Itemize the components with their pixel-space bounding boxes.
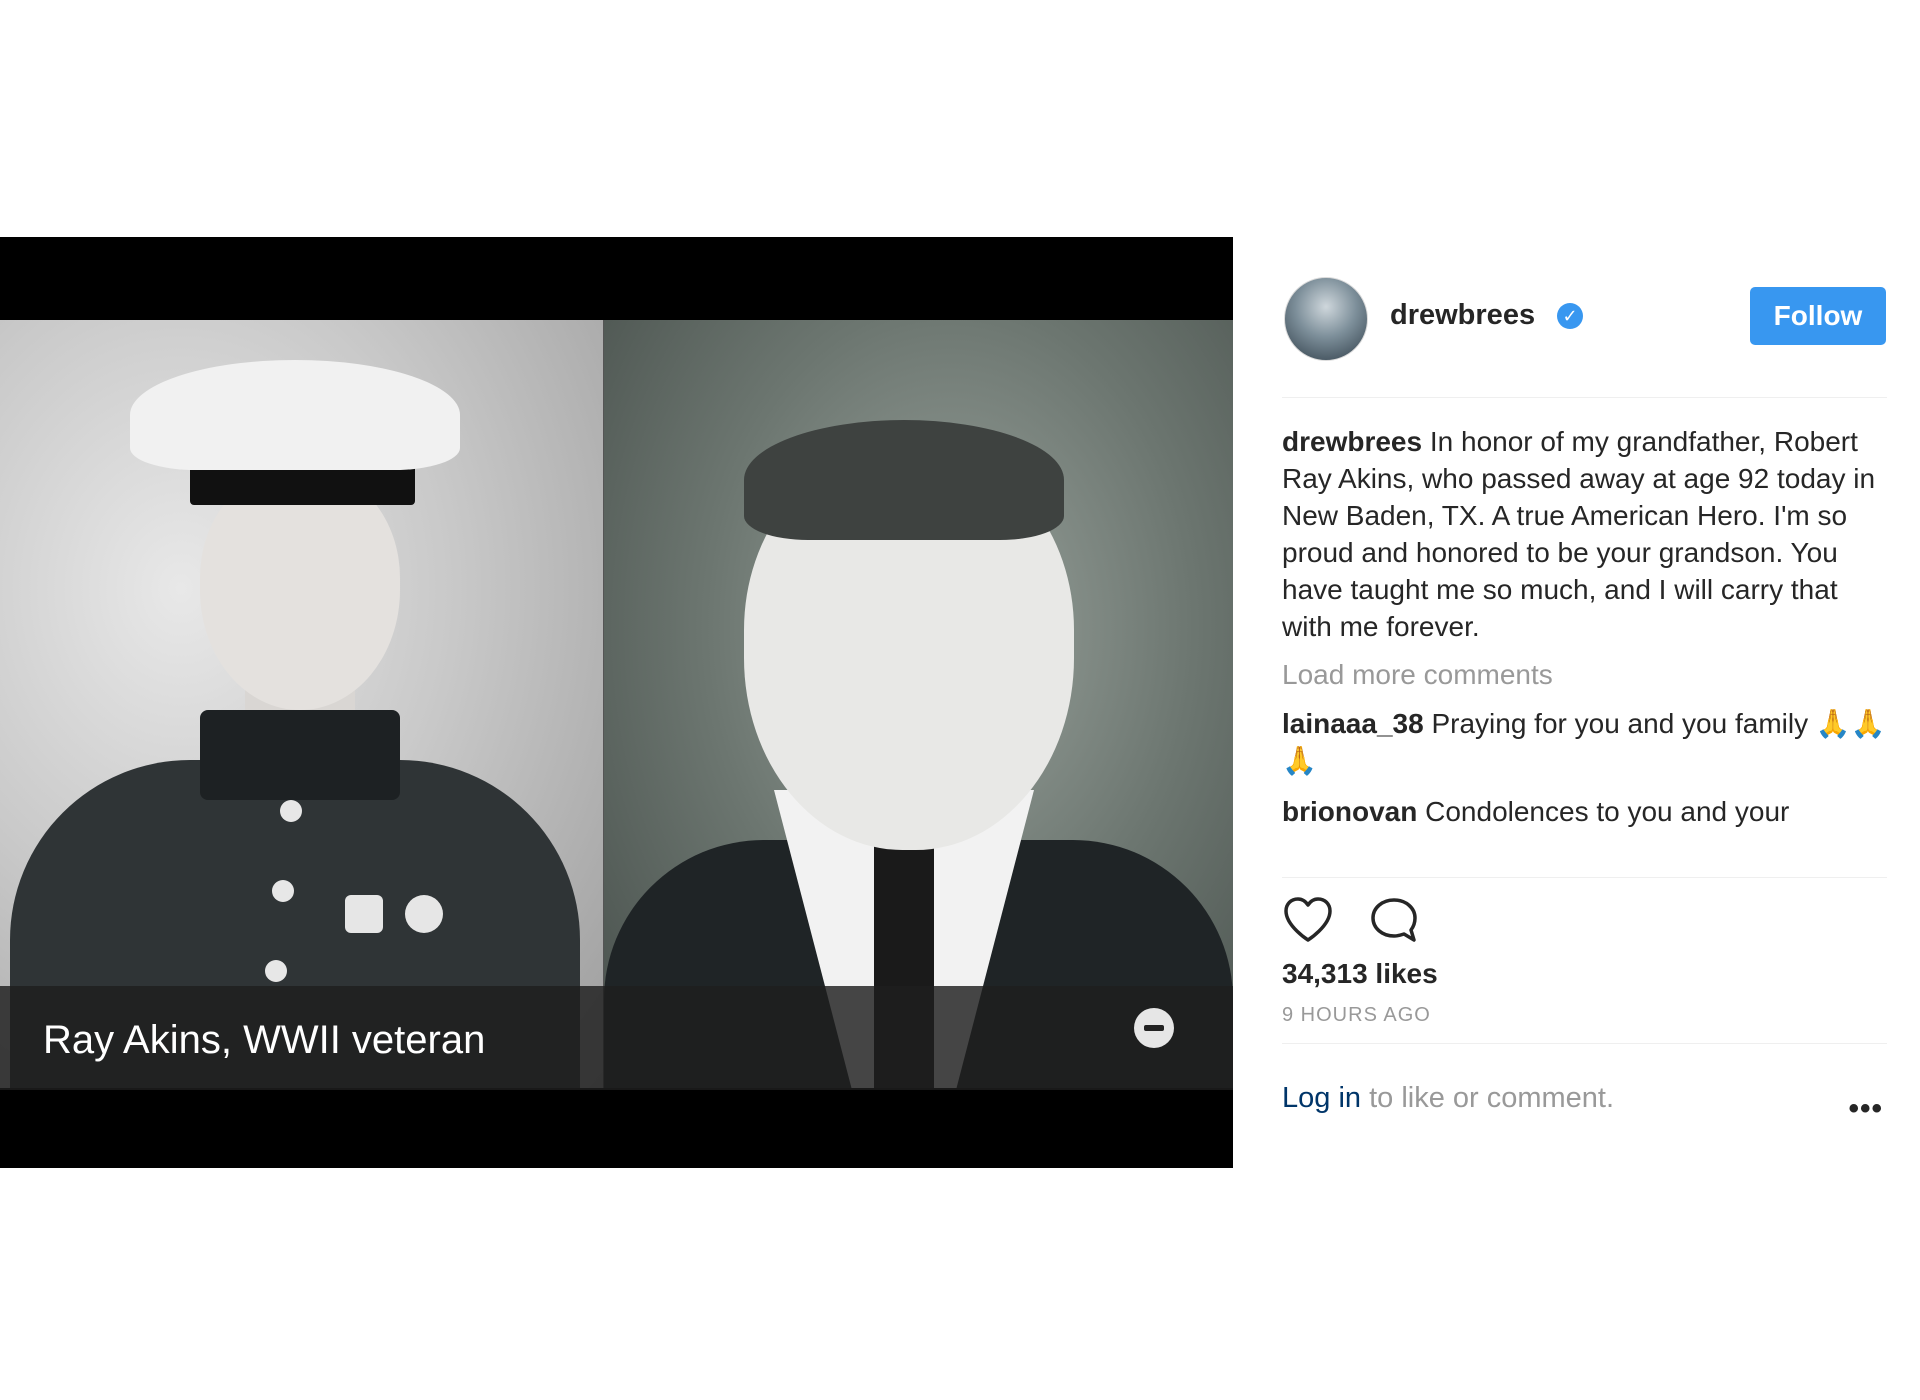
uniform-button [272,880,294,902]
post-footer: Log in to like or comment. ••• [1282,1044,1887,1134]
minus-circle-icon[interactable] [1134,1008,1174,1048]
comment-item: lainaaa_38 Praying for you and you famil… [1282,705,1887,779]
uniform-button [280,800,302,822]
medal [405,895,443,933]
username-link[interactable]: drewbrees [1390,299,1535,332]
post-header: drewbrees ✓ Follow [1282,237,1887,397]
load-more-comments-button[interactable]: Load more comments [1282,659,1887,691]
post-actions [1282,878,1887,948]
young-portrait-photo [0,320,603,1088]
heart-icon[interactable] [1282,896,1334,949]
face [200,470,400,710]
comment-author[interactable]: brionovan [1282,796,1417,827]
post-side-panel: drewbrees ✓ Follow drewbrees In honor of… [1282,237,1887,1134]
medal [345,895,383,933]
comment-item: brionovan Condolences to you and your [1282,793,1887,830]
uniform-button [265,960,287,982]
avatar[interactable] [1284,277,1368,361]
likes-count[interactable]: 34,313 likes [1282,958,1887,990]
follow-button[interactable]: Follow [1750,287,1886,345]
photo-collage: Ray Akins, WWII veteran [0,320,1233,1090]
comment-text: Condolences to you and your [1425,796,1790,827]
older-portrait-photo [604,320,1233,1088]
login-prompt-text: to like or comment. [1361,1082,1615,1114]
comment-author[interactable]: drewbrees [1282,426,1422,457]
uniform-collar [200,710,400,800]
post-media[interactable]: Ray Akins, WWII veteran [0,237,1233,1168]
more-options-icon[interactable]: ••• [1848,1092,1883,1126]
comment-author[interactable]: lainaaa_38 [1282,708,1424,739]
post-timestamp[interactable]: 9 HOURS AGO [1282,1004,1887,1027]
comment-text: In honor of my grandfather, Robert Ray A… [1282,426,1876,642]
post-caption: drewbrees In honor of my grandfather, Ro… [1282,423,1887,645]
marine-cap [130,360,460,470]
login-link[interactable]: Log in [1282,1082,1361,1114]
comment-bubble-icon[interactable] [1368,896,1420,949]
comments-list[interactable]: drewbrees In honor of my grandfather, Ro… [1282,398,1887,878]
photo-caption: Ray Akins, WWII veteran [43,1018,486,1062]
photo-caption-bar: Ray Akins, WWII veteran [0,986,1233,1090]
login-prompt: Log in to like or comment. [1282,1082,1614,1115]
hair [744,420,1064,540]
verified-badge-icon: ✓ [1557,303,1583,329]
